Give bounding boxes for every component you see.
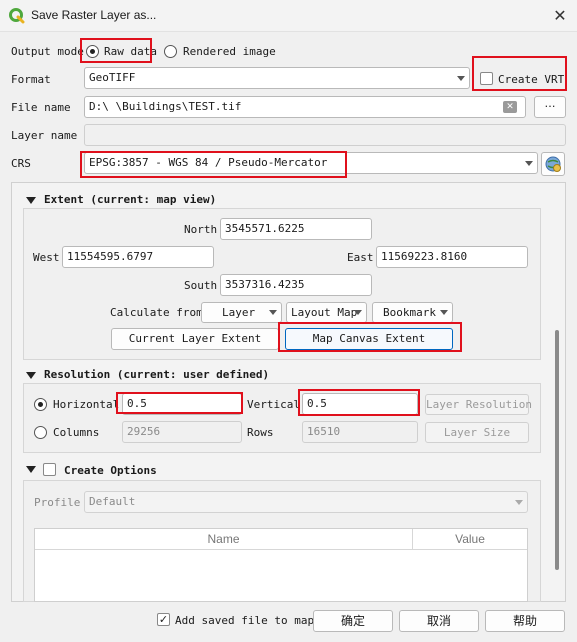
name-column-header[interactable]: Name <box>35 529 413 550</box>
create-options-checkbox[interactable] <box>43 463 56 476</box>
window-title: Save Raster Layer as... <box>31 8 157 22</box>
crs-label: CRS <box>11 157 31 170</box>
file-name-label: File name <box>11 101 71 114</box>
west-label: West <box>33 251 60 264</box>
raw-data-radio[interactable] <box>86 45 99 58</box>
collapse-triangle-icon[interactable] <box>26 197 36 204</box>
horizontal-label: Horizontal <box>53 398 120 411</box>
south-label: South <box>184 279 218 292</box>
collapse-triangle-icon[interactable] <box>26 372 36 379</box>
layer-name-label: Layer name <box>11 129 78 142</box>
north-input[interactable]: 3545571.6225 <box>220 218 372 240</box>
crs-combo[interactable]: EPSG:3857 - WGS 84 / Pseudo-Mercator <box>84 152 538 174</box>
north-label: North <box>184 223 218 236</box>
create-vrt-checkbox[interactable] <box>480 72 493 85</box>
globe-icon <box>545 156 561 172</box>
profile-value: Default <box>89 495 136 508</box>
south-input[interactable]: 3537316.4235 <box>220 274 372 296</box>
add-to-map-checkbox[interactable]: ✓ <box>157 613 170 626</box>
bookmark-button[interactable]: Bookmark <box>372 302 453 323</box>
close-button[interactable]: ✕ <box>548 4 572 28</box>
columns-label: Columns <box>53 426 100 439</box>
horizontal-input[interactable]: 0.5 <box>122 393 242 415</box>
east-label: East <box>347 251 374 264</box>
format-value: GeoTIFF <box>89 71 136 84</box>
chevron-down-icon <box>354 310 362 315</box>
layer-size-button[interactable]: Layer Size <box>425 422 529 443</box>
chevron-down-icon <box>457 76 465 81</box>
extent-title: Extent (current: map view) <box>44 193 217 206</box>
format-label: Format <box>11 73 51 86</box>
east-input[interactable]: 11569223.8160 <box>376 246 528 268</box>
bookmark-button-label: Bookmark <box>383 306 436 319</box>
columns-radio[interactable] <box>34 426 47 439</box>
file-name-value: D:\ \Buildings\TEST.tif <box>89 100 242 113</box>
collapse-triangle-icon[interactable] <box>26 466 36 473</box>
layer-button[interactable]: Layer <box>201 302 282 323</box>
columns-input[interactable]: 29256 <box>122 421 242 443</box>
scrollbar-thumb[interactable] <box>555 330 559 570</box>
chevron-down-icon <box>525 161 533 166</box>
horizontal-radio[interactable] <box>34 398 47 411</box>
layer-button-label: Layer <box>222 306 256 319</box>
ok-button[interactable]: 确定 <box>313 610 393 632</box>
rendered-image-label: Rendered image <box>183 45 276 58</box>
create-vrt-label: Create VRT <box>498 73 565 86</box>
chevron-down-icon <box>269 310 277 315</box>
current-layer-extent-button[interactable]: Current Layer Extent <box>111 328 279 350</box>
resolution-title: Resolution (current: user defined) <box>44 368 270 381</box>
rendered-image-radio[interactable] <box>164 45 177 58</box>
format-combo[interactable]: GeoTIFF <box>84 67 470 89</box>
chevron-down-icon <box>440 310 448 315</box>
layout-map-button-label: Layout Map <box>291 306 358 319</box>
profile-combo[interactable]: Default <box>84 491 528 513</box>
browse-button[interactable]: … <box>534 96 566 118</box>
vertical-label: Vertical <box>247 398 300 411</box>
file-name-input[interactable]: D:\ \Buildings\TEST.tif <box>84 96 526 118</box>
chevron-down-icon <box>515 500 523 505</box>
output-mode-label: Output mode <box>11 45 84 58</box>
layer-name-input[interactable] <box>84 124 566 146</box>
add-to-map-label: Add saved file to map <box>175 614 315 627</box>
help-button[interactable]: 帮助 <box>485 610 565 632</box>
qgis-icon <box>9 8 25 24</box>
vertical-input[interactable]: 0.5 <box>302 393 418 415</box>
layout-map-button[interactable]: Layout Map <box>286 302 367 323</box>
clear-icon[interactable]: ✕ <box>503 101 517 113</box>
raw-data-label: Raw data <box>104 45 157 58</box>
rows-label: Rows <box>247 426 274 439</box>
crs-value: EPSG:3857 - WGS 84 / Pseudo-Mercator <box>89 156 328 169</box>
value-column-header[interactable]: Value <box>413 529 527 550</box>
crs-select-button[interactable] <box>541 152 565 176</box>
create-options-title: Create Options <box>64 464 157 477</box>
map-canvas-extent-button[interactable]: Map Canvas Extent <box>285 328 453 350</box>
west-input[interactable]: 11554595.6797 <box>62 246 214 268</box>
rows-input[interactable]: 16510 <box>302 421 418 443</box>
calculate-from-label: Calculate from <box>110 306 203 319</box>
profile-label: Profile <box>34 496 81 509</box>
cancel-button[interactable]: 取消 <box>399 610 479 632</box>
layer-resolution-button[interactable]: Layer Resolution <box>425 394 532 415</box>
